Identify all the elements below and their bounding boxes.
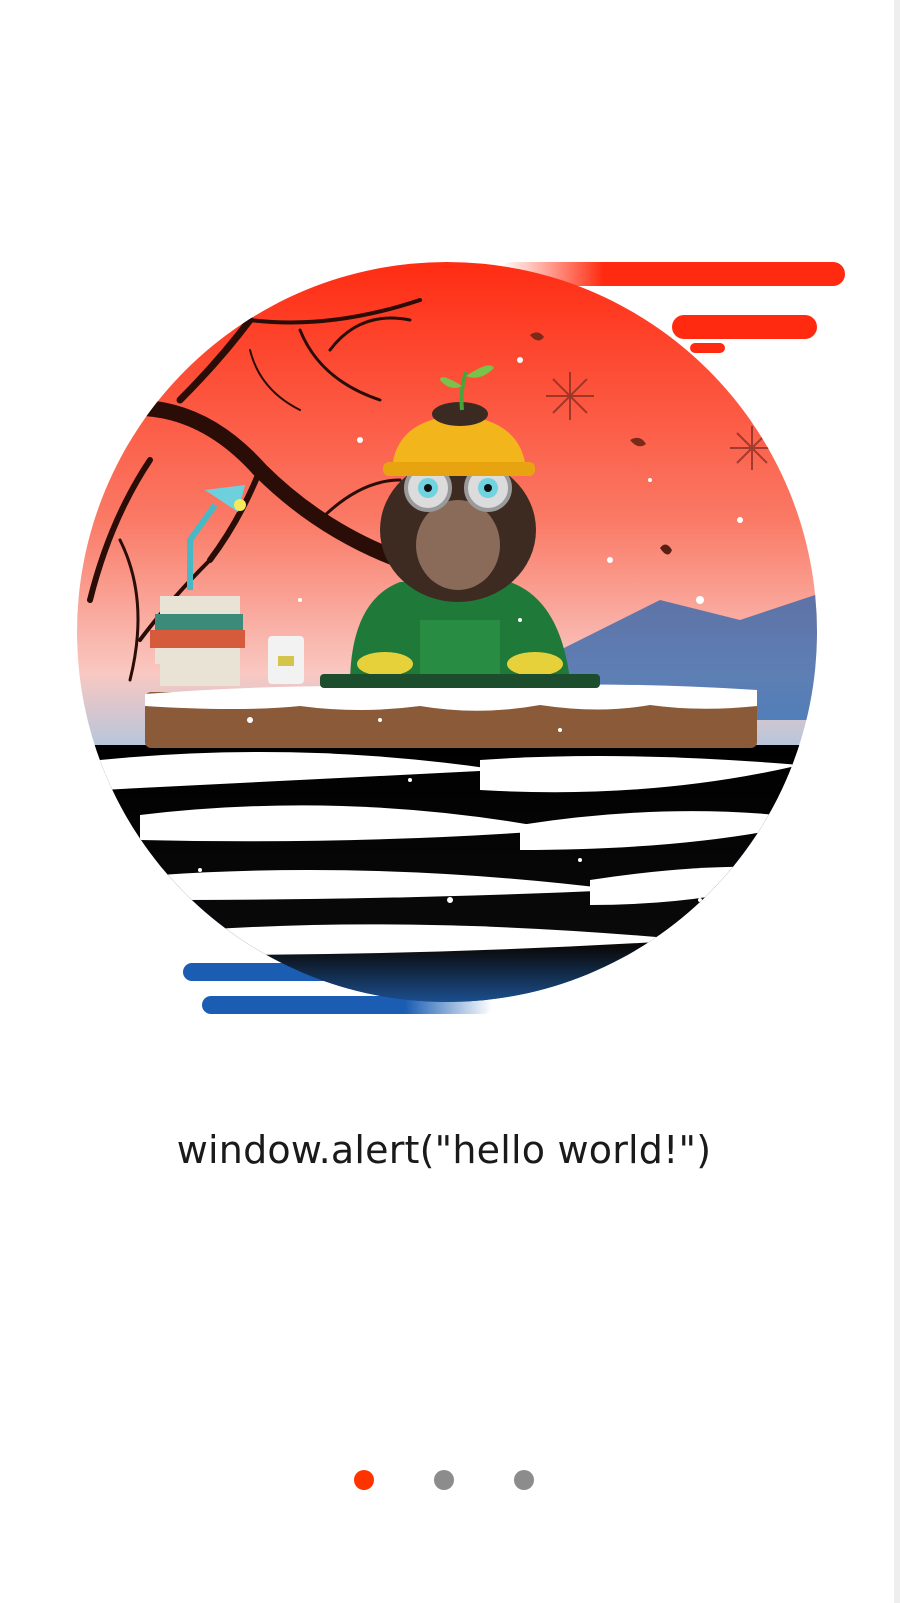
page-dot-1[interactable] — [354, 1470, 374, 1490]
monkey-developer-illustration — [77, 262, 845, 1014]
page-dot-3[interactable] — [514, 1470, 534, 1490]
page-indicator — [0, 1470, 888, 1490]
page-dot-2[interactable] — [434, 1470, 454, 1490]
onboarding-caption: window.alert("hello world!") — [176, 1128, 712, 1172]
onboarding-screen: window.alert("hello world!") — [0, 0, 900, 1603]
